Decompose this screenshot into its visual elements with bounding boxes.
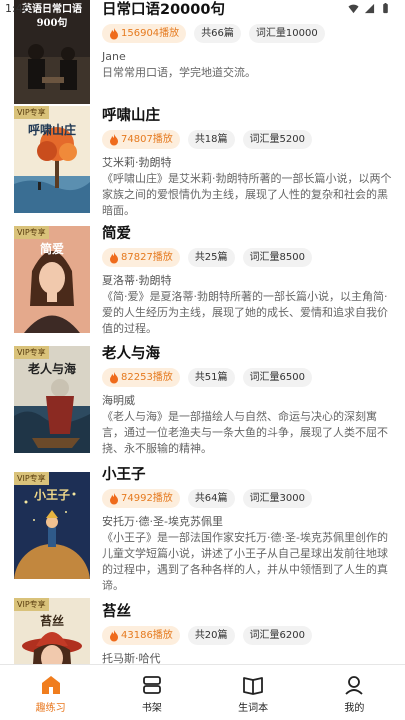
battery-icon <box>383 3 388 14</box>
vocab-badge: 词汇量10000 <box>248 24 325 43</box>
chapter-count-badge: 共18篇 <box>187 130 235 149</box>
play-count-badge: 82253播放 <box>102 368 180 387</box>
fire-icon <box>110 492 118 504</box>
vocab-badge: 词汇量6200 <box>242 626 312 645</box>
book-author: 托马斯·哈代 <box>102 652 161 664</box>
book-title[interactable]: 小王子 <box>102 465 392 485</box>
tab-label: 我的 <box>344 703 365 714</box>
chapter-count-badge: 共20篇 <box>187 626 235 645</box>
book-author: 海明威 <box>102 394 135 407</box>
book-title[interactable]: 苔丝 <box>102 602 392 622</box>
fire-icon <box>110 133 118 145</box>
play-count: 43186播放 <box>121 630 173 641</box>
vocab-badge: 词汇量6500 <box>242 368 312 387</box>
book-info: 老人与海 82253播放 共51篇 词汇量6500 海明威 《老人与海》是一部描… <box>102 344 392 473</box>
book-info: 苔丝 43186播放 共20篇 词汇量6200 托马斯·哈代 <box>102 602 392 664</box>
book-title[interactable]: 呼啸山庄 <box>102 106 392 126</box>
book-item[interactable]: VIP专享 简爱 简爱 87827播放 共25篇 词汇量8500 夏洛蒂·勃朗特… <box>0 226 405 346</box>
cover-title: 小王子 <box>33 488 70 502</box>
tab-profile[interactable]: 我的 <box>304 665 405 720</box>
book-tags: 43186播放 共20篇 词汇量6200 <box>102 626 392 646</box>
book-cover[interactable]: VIP专享 老人与海 <box>14 346 90 453</box>
user-icon <box>345 676 364 695</box>
play-count: 156904播放 <box>121 28 180 39</box>
book-tags: 74992播放 共64篇 词汇量3000 <box>102 489 392 509</box>
vip-badge: VIP专享 <box>14 106 49 119</box>
open-book-icon <box>243 677 264 695</box>
vip-badge: VIP专享 <box>14 598 49 611</box>
tab-bookshelf[interactable]: 书架 <box>101 665 202 720</box>
book-tags: 74807播放 共18篇 词汇量5200 <box>102 130 392 150</box>
book-cover[interactable]: VIP专享 简爱 <box>14 226 90 333</box>
book-item[interactable]: VIP专享 小王子 小王子 74992播放 共64篇 词汇量3000 安托万·德… <box>0 467 405 592</box>
tab-label: 书架 <box>141 703 162 714</box>
book-cover[interactable]: VIP专享 苔丝 <box>14 598 90 664</box>
play-count-badge: 43186播放 <box>102 626 180 645</box>
play-count: 74992播放 <box>121 493 173 504</box>
book-info: 简爱 87827播放 共25篇 词汇量8500 夏洛蒂·勃朗特 《简·爱》是夏洛… <box>102 224 392 353</box>
chapter-count-badge: 共25篇 <box>187 248 235 267</box>
cover-title: 呼啸山庄 <box>27 123 76 137</box>
fire-icon <box>110 251 118 263</box>
status-bar: 1:46 <box>0 0 405 18</box>
vip-badge: VIP专享 <box>14 472 49 485</box>
book-tags: 82253播放 共51篇 词汇量6500 <box>102 368 392 388</box>
fire-icon <box>110 371 118 383</box>
book-title[interactable]: 老人与海 <box>102 344 392 364</box>
book-tags: 156904播放 共66篇 词汇量10000 <box>102 24 392 44</box>
status-time: 1:46 <box>5 2 30 15</box>
play-count-badge: 87827播放 <box>102 248 180 267</box>
cover-title: 简爱 <box>39 242 64 256</box>
book-author: 夏洛蒂·勃朗特 <box>102 274 172 287</box>
wifi-icon <box>348 4 359 14</box>
chapter-count-badge: 共64篇 <box>187 489 235 508</box>
fire-icon <box>110 629 118 641</box>
book-description: 《老人与海》是一部描绘人与自然、命运与决心的深刻寓言，通过一位老渔夫与一条大鱼的… <box>102 410 388 455</box>
bottom-tab-bar: 趣练习 书架 生词本 我的 <box>0 664 405 720</box>
tab-label: 趣练习 <box>35 703 66 714</box>
tab-practice[interactable]: 趣练习 <box>0 665 101 720</box>
vip-badge: VIP专享 <box>14 226 49 239</box>
chapter-count-badge: 共66篇 <box>194 24 241 43</box>
status-icons <box>348 3 391 14</box>
book-description: 《小王子》是一部法国作家安托万·德·圣-埃克苏佩里创作的儿童文学短篇小说，讲述了… <box>102 531 388 592</box>
fire-icon <box>110 27 118 39</box>
play-count: 82253播放 <box>121 372 173 383</box>
tab-label: 生词本 <box>238 703 269 714</box>
book-cover[interactable]: VIP专享 呼啸山庄 <box>14 106 90 213</box>
book-item[interactable]: VIP专享 呼啸山庄 呼啸山庄 74807播放 共18篇 词汇量5200 艾米莉… <box>0 106 405 226</box>
book-item[interactable]: VIP专享 老人与海 老人与海 82253播放 共51篇 词汇量6500 海明威… <box>0 346 405 466</box>
book-author: 安托万·德·圣-埃克苏佩里 <box>102 515 223 528</box>
book-author: Jane <box>102 50 126 63</box>
play-count-badge: 74992播放 <box>102 489 180 508</box>
book-info: 呼啸山庄 74807播放 共18篇 词汇量5200 艾米莉·勃朗特 《呼啸山庄》… <box>102 106 392 235</box>
book-cover[interactable]: VIP专享 小王子 <box>14 472 90 579</box>
house-icon <box>41 676 60 694</box>
bookshelf-icon <box>142 676 161 694</box>
play-count: 74807播放 <box>121 134 173 145</box>
book-list[interactable]: 英语日常口语 900句 日常口语20000句 156904播放 共66篇 词汇量… <box>0 0 405 664</box>
play-count-badge: 74807播放 <box>102 130 180 149</box>
tab-vocabulary[interactable]: 生词本 <box>203 665 304 720</box>
signal-icon <box>364 3 375 14</box>
play-count: 87827播放 <box>121 252 173 263</box>
book-title[interactable]: 简爱 <box>102 224 392 244</box>
vocab-badge: 词汇量5200 <box>242 130 312 149</box>
cover-title: 苔丝 <box>39 614 64 628</box>
vocab-badge: 词汇量3000 <box>242 489 312 508</box>
book-item[interactable]: VIP专享 苔丝 苔丝 43186播放 共20篇 词汇量6200 托马斯·哈代 <box>0 598 405 664</box>
play-count-badge: 156904播放 <box>102 24 187 43</box>
chapter-count-badge: 共51篇 <box>187 368 235 387</box>
vip-badge: VIP专享 <box>14 346 49 359</box>
vocab-badge: 词汇量8500 <box>242 248 312 267</box>
cover-title: 老人与海 <box>27 362 76 376</box>
book-tags: 87827播放 共25篇 词汇量8500 <box>102 248 392 268</box>
book-info: 小王子 74992播放 共64篇 词汇量3000 安托万·德·圣-埃克苏佩里 《… <box>102 465 392 594</box>
book-author: 艾米莉·勃朗特 <box>102 156 172 169</box>
